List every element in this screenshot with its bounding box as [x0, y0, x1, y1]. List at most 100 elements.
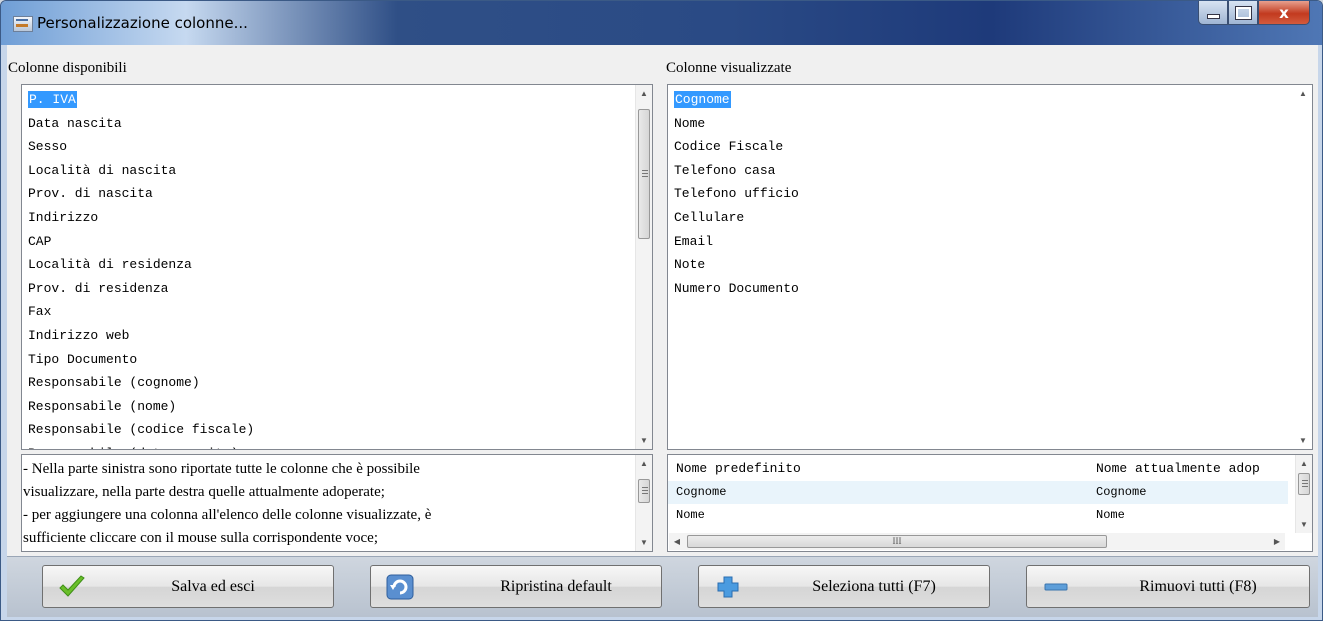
grid-horizontal-scrollbar[interactable]: ◀ III ▶ — [669, 533, 1285, 550]
list-item-label: Note — [674, 257, 706, 273]
help-line: - Nella parte sinistra sono riportate tu… — [23, 461, 420, 477]
scroll-right-icon[interactable]: ▶ — [1269, 533, 1285, 550]
list-item-label: Telefono ufficio — [674, 186, 799, 202]
help-line: - per aggiungere una colonna all'elenco … — [23, 507, 432, 523]
scroll-down-icon[interactable]: ▼ — [1295, 432, 1311, 449]
help-scrollbar[interactable]: ▲ ▼ — [635, 455, 652, 551]
grid-cell[interactable]: Cognome — [1096, 481, 1146, 504]
title-bar[interactable]: Personalizzazione colonne... x — [1, 1, 1322, 45]
scroll-up-icon[interactable]: ▲ — [636, 455, 652, 472]
refresh-icon — [386, 574, 414, 600]
available-columns-label: Colonne disponibili — [8, 60, 127, 76]
list-item[interactable]: Prov. di nascita — [22, 182, 652, 206]
save-and-exit-label: Salva ed esci — [171, 577, 255, 595]
caption-buttons: x — [1198, 1, 1310, 27]
list-item[interactable]: Responsabile (cognome) — [22, 371, 652, 395]
list-item-label: Responsabile (codice fiscale) — [28, 422, 255, 438]
list-item[interactable]: Prov. di residenza — [22, 277, 652, 301]
close-button[interactable]: x — [1258, 1, 1310, 25]
list-item[interactable]: Email — [668, 230, 1312, 254]
dialog-client: Colonne disponibili Colonne visualizzate… — [7, 45, 1318, 617]
list-item-label: Località di residenza — [28, 257, 192, 273]
scroll-down-icon[interactable]: ▼ — [1296, 516, 1312, 533]
list-item[interactable]: Fax — [22, 300, 652, 324]
grid-row[interactable]: Cognome Cognome — [668, 481, 1288, 504]
scroll-up-icon[interactable]: ▲ — [636, 85, 652, 102]
scroll-down-icon[interactable]: ▼ — [636, 432, 652, 449]
minus-icon — [1044, 583, 1068, 591]
scroll-left-icon[interactable]: ◀ — [669, 533, 685, 550]
grid-header-row: Nome predefinito Nome attualmente adop — [668, 457, 1288, 480]
displayed-columns-list[interactable]: Cognome Nome Codice Fiscale Telefono casa Te… — [667, 84, 1313, 450]
list-item-label: Data nascita — [28, 115, 122, 131]
available-columns-list[interactable]: P. IVA Data nascita Sesso Località di nasci… — [21, 84, 653, 450]
list-item-label: Località di nascita — [28, 162, 177, 178]
list-item-label: Nome — [674, 115, 706, 131]
button-bar: Salva ed esci Ripristina default Selezio… — [7, 556, 1318, 617]
scroll-up-icon[interactable]: ▲ — [1295, 85, 1311, 102]
list-item-label: Telefono casa — [674, 162, 776, 178]
grid-cell: Cognome — [676, 485, 727, 499]
list-item[interactable]: Codice Fiscale — [668, 135, 1312, 159]
grid-cell[interactable]: Nome — [1096, 504, 1125, 527]
list-item-label: Email — [674, 233, 714, 249]
list-item[interactable]: P. IVA — [22, 88, 652, 112]
scroll-thumb[interactable] — [638, 109, 650, 239]
list-item[interactable]: Indirizzo — [22, 206, 652, 230]
app-icon — [13, 16, 33, 32]
list-item[interactable]: Sesso — [22, 135, 652, 159]
list-item[interactable]: Note — [668, 253, 1312, 277]
list-item[interactable]: Indirizzo web — [22, 324, 652, 348]
help-textbox[interactable]: - Nella parte sinistra sono riportate tu… — [21, 454, 653, 552]
remove-all-label: Rimuovi tutti (F8) — [1139, 577, 1257, 595]
list-item-label: Fax — [28, 304, 52, 320]
list-item-label: Prov. di residenza — [28, 280, 169, 296]
list-item-label: Sesso — [28, 139, 68, 155]
scroll-thumb[interactable] — [1298, 473, 1310, 495]
list-item[interactable]: Località di residenza — [22, 253, 652, 277]
minimize-button[interactable] — [1198, 1, 1228, 25]
list-item-label: Indirizzo web — [28, 327, 130, 343]
scroll-thumb[interactable]: III — [687, 535, 1107, 548]
plus-icon — [717, 576, 739, 598]
displayed-list-scrollbar[interactable]: ▲ ▼ — [1295, 85, 1312, 449]
list-item[interactable]: Località di nascita — [22, 159, 652, 183]
list-item[interactable]: Telefono ufficio — [668, 182, 1312, 206]
column-names-grid[interactable]: Nome predefinito Nome attualmente adop C… — [667, 454, 1313, 552]
list-item-label: P. IVA — [28, 91, 77, 108]
customize-columns-window: Personalizzazione colonne... x Colonne d… — [0, 0, 1323, 621]
grid-header-current-name[interactable]: Nome attualmente adop — [1096, 457, 1260, 480]
list-item[interactable]: Responsabile (nome) — [22, 395, 652, 419]
grid-header-default-name[interactable]: Nome predefinito — [676, 457, 801, 480]
list-item[interactable]: CAP — [22, 230, 652, 254]
list-item[interactable]: Cognome — [668, 88, 1312, 112]
scroll-thumb[interactable] — [638, 479, 650, 503]
grid-row[interactable]: Nome Nome — [668, 504, 1288, 527]
list-item[interactable]: Data nascita — [22, 112, 652, 136]
restore-default-button[interactable]: Ripristina default — [370, 565, 662, 608]
minimize-icon — [1206, 14, 1220, 19]
list-item[interactable]: Responsabile (codice fiscale) — [22, 418, 652, 442]
list-item-label: Prov. di nascita — [28, 186, 153, 202]
list-item-label: Indirizzo — [28, 209, 99, 225]
list-item[interactable]: Nome — [668, 112, 1312, 136]
list-item[interactable]: Numero Documento — [668, 277, 1312, 301]
list-item[interactable]: Tipo Documento — [22, 348, 652, 372]
select-all-button[interactable]: Seleziona tutti (F7) — [698, 565, 990, 608]
list-item-label: Codice Fiscale — [674, 139, 784, 155]
grid-vertical-scrollbar[interactable]: ▲ ▼ — [1295, 455, 1312, 533]
available-list-scrollbar[interactable]: ▲ ▼ — [635, 85, 652, 449]
save-and-exit-button[interactable]: Salva ed esci — [42, 565, 334, 608]
remove-all-button[interactable]: Rimuovi tutti (F8) — [1026, 565, 1310, 608]
scroll-up-icon[interactable]: ▲ — [1296, 455, 1312, 472]
list-item[interactable]: Telefono casa — [668, 159, 1312, 183]
list-item[interactable]: Cellulare — [668, 206, 1312, 230]
list-item[interactable]: Responsabile (data nascita) — [22, 442, 652, 449]
restore-default-label: Ripristina default — [500, 577, 612, 595]
checkmark-icon — [59, 575, 85, 597]
maximize-button[interactable] — [1228, 1, 1258, 25]
scroll-down-icon[interactable]: ▼ — [636, 534, 652, 551]
list-item-label: Numero Documento — [674, 280, 799, 296]
select-all-label: Seleziona tutti (F7) — [812, 577, 936, 595]
help-line: sufficiente cliccare con il mouse sulla … — [23, 530, 379, 546]
